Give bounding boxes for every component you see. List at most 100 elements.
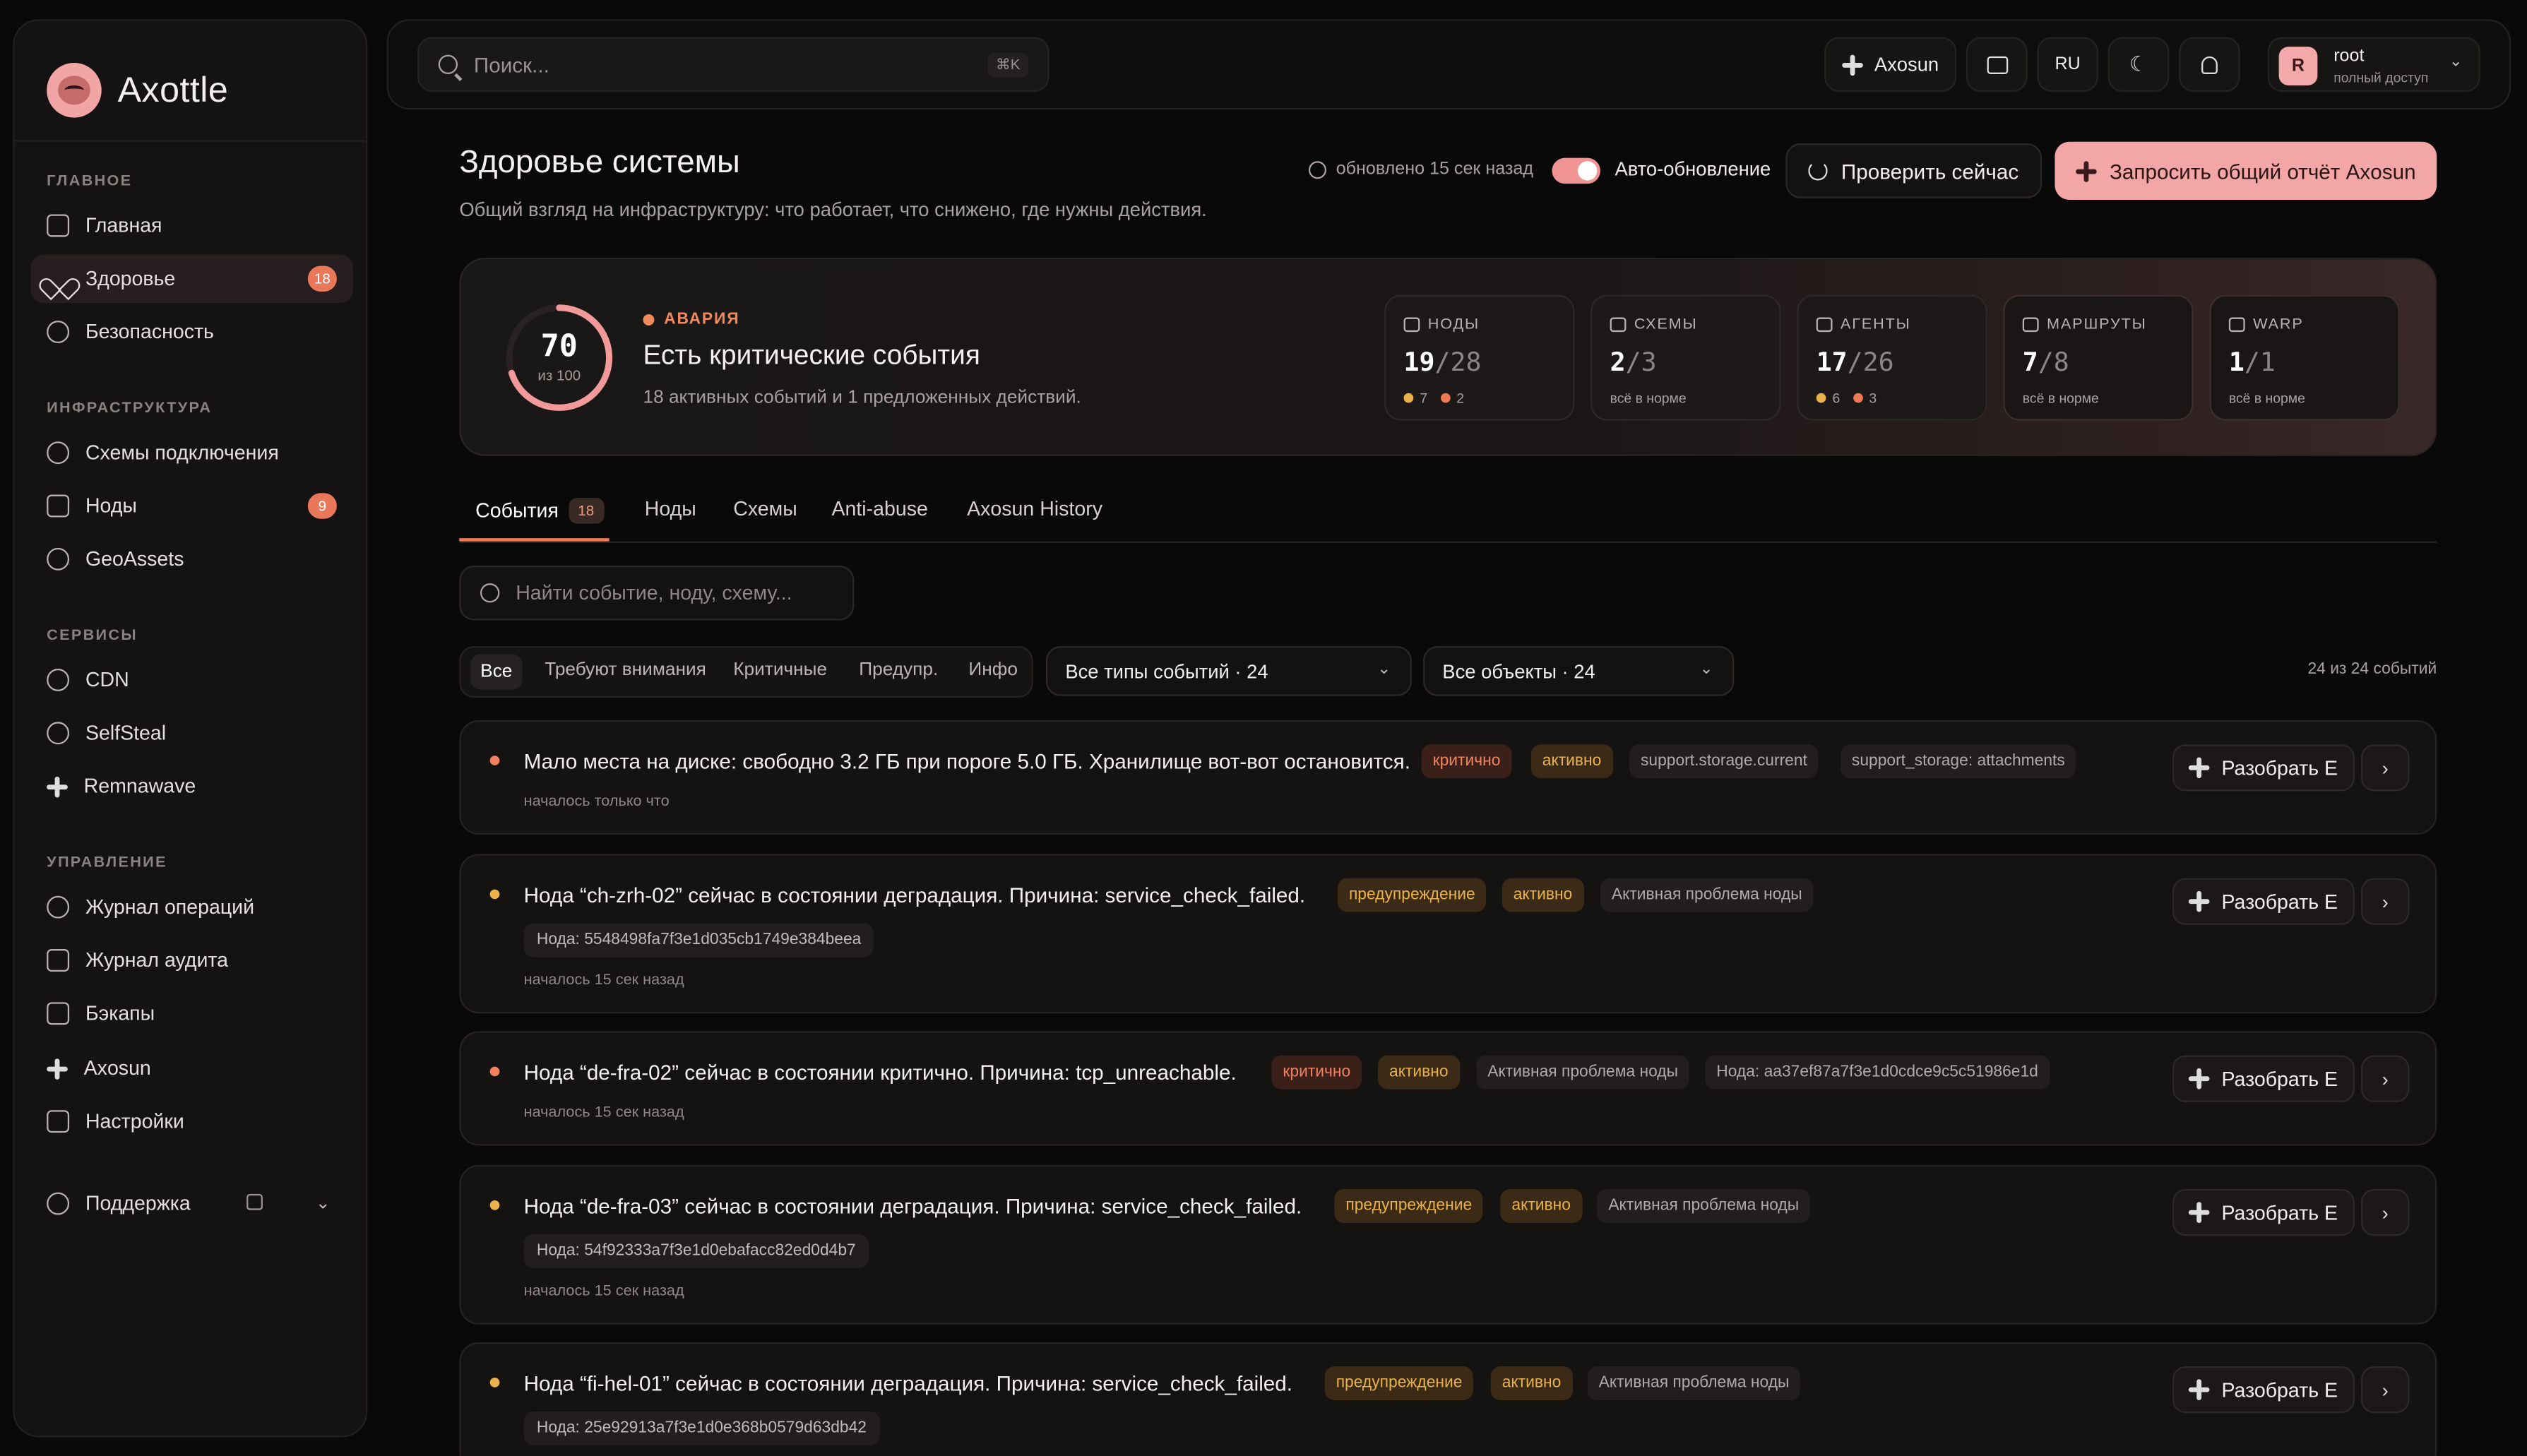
filter-critical[interactable]: Критичные	[733, 661, 827, 680]
sidebar-item-axosun[interactable]: Axosun	[30, 1044, 352, 1092]
sidebar-item-support[interactable]: Поддержка ⌄	[30, 1179, 352, 1227]
analyze-button[interactable]: Разобрать E	[2172, 1189, 2355, 1236]
search-input[interactable]	[473, 52, 958, 77]
event-type-select[interactable]: Все типы событий · 24 ⌄	[1045, 646, 1412, 696]
event-search-input[interactable]	[516, 581, 838, 604]
sidebar-item-operations-log[interactable]: Журнал операций	[30, 883, 352, 931]
sparkle-icon	[2189, 1379, 2211, 1400]
app-logo[interactable]: Axottle	[47, 62, 228, 118]
event-card[interactable]: Нода “de-fra-03” сейчас в состоянии дегр…	[459, 1164, 2437, 1325]
tab-events[interactable]: События 18	[475, 498, 604, 524]
health-tabs: События 18 Ноды Схемы Anti-abuse Axosun H…	[459, 484, 2437, 544]
filter-all[interactable]: Все	[470, 654, 523, 690]
object-value: Все объекты · 24	[1442, 660, 1595, 683]
sidebar-item-geoassets[interactable]: GeoAssets	[30, 535, 352, 583]
filter-info[interactable]: Инфо	[968, 661, 1018, 680]
stat-card-nodes[interactable]: НОДЫ 19/28 72	[1384, 294, 1575, 421]
stat-card-warp[interactable]: WARP 1/1 всё в норме	[2209, 294, 2400, 421]
sidebar-item-label: GeoAssets	[85, 547, 184, 571]
sidebar-item-schemes[interactable]: Схемы подключения	[30, 429, 352, 477]
events-count: 24 из 24 событий	[2307, 660, 2437, 679]
dashboard-icon	[47, 214, 70, 237]
event-tag: Активная проблема ноды	[1476, 1055, 1689, 1090]
event-card[interactable]: Нода “de-fra-02” сейчас в состоянии крит…	[459, 1031, 2437, 1146]
sidebar-item-nodes[interactable]: Ноды 9	[30, 482, 352, 530]
alarm-dot-icon	[643, 314, 655, 326]
filter-warning[interactable]: Предупр.	[859, 661, 938, 680]
globe-icon	[2228, 317, 2245, 333]
tab-axosun-history[interactable]: Axosun History	[967, 498, 1102, 520]
open-event-button[interactable]: ›	[2360, 1366, 2410, 1414]
moon-icon: ☾	[2129, 52, 2148, 76]
theme-toggle[interactable]: ☾	[2107, 37, 2170, 93]
event-tag: Активная проблема ноды	[1597, 1189, 1811, 1223]
analyze-label: Разобрать E	[2221, 1067, 2338, 1090]
sidebar-item-audit-log[interactable]: Журнал аудита	[30, 936, 352, 984]
open-event-button[interactable]: ›	[2360, 744, 2410, 792]
sidebar-item-home[interactable]: Главная	[30, 201, 352, 249]
auto-refresh-label: Авто-обновление	[1615, 157, 1771, 181]
health-summary-card: 70 из 100 АВАРИЯ Есть критические событи…	[459, 258, 2437, 456]
sidebar-item-health[interactable]: Здоровье 18	[30, 254, 353, 303]
chevron-down-icon: ⌄	[2449, 53, 2463, 71]
tab-anti-abuse[interactable]: Anti-abuse	[831, 498, 927, 520]
event-since: началось 15 сек назад	[523, 971, 684, 990]
sidebar-divider	[14, 140, 366, 142]
cloud-icon	[47, 668, 70, 691]
global-search[interactable]: ⌘K	[417, 37, 1050, 93]
open-event-button[interactable]: ›	[2360, 878, 2410, 925]
stat-label: WARP	[2253, 316, 2304, 334]
last-updated: обновлено 15 сек назад	[1308, 160, 1533, 179]
clock-icon	[1308, 160, 1327, 179]
analyze-button[interactable]: Разобрать E	[2172, 1366, 2355, 1414]
object-select[interactable]: Все объекты · 24 ⌄	[1422, 646, 1735, 696]
analyze-label: Разобрать E	[2221, 890, 2338, 913]
open-event-button[interactable]: ›	[2360, 1055, 2410, 1102]
state-badge: активно	[1500, 1189, 1582, 1223]
event-card[interactable]: Нода “ch-zrh-02” сейчас в состоянии дегр…	[459, 854, 2437, 1014]
auto-refresh-toggle[interactable]	[1552, 157, 1600, 184]
sidebar-item-remnawave[interactable]: Remnawave	[30, 762, 352, 810]
book-icon	[1986, 55, 2008, 73]
event-search[interactable]	[459, 565, 855, 621]
sidebar-item-backups[interactable]: Бэкапы	[30, 989, 352, 1037]
event-card[interactable]: Мало места на диске: свободно 3.2 ГБ при…	[459, 720, 2437, 835]
tab-nodes[interactable]: Ноды	[645, 498, 696, 520]
critical-dot-icon	[1853, 393, 1863, 403]
axosun-button-label: Axosun	[1874, 53, 1939, 76]
status-title: Есть критические события	[643, 340, 980, 371]
wifi-icon	[2022, 317, 2039, 333]
stat-card-routes[interactable]: МАРШРУТЫ 7/8 всё в норме	[2003, 294, 2194, 421]
check-now-button[interactable]: Проверить сейчас	[1785, 143, 2043, 198]
tab-schemes[interactable]: Схемы	[733, 498, 797, 520]
sidebar-item-label: Здоровье	[85, 267, 176, 290]
sidebar-item-cdn[interactable]: CDN	[30, 656, 352, 704]
shield-check-icon	[47, 722, 70, 745]
analyze-button[interactable]: Разобрать E	[2172, 878, 2355, 925]
sparkle-icon	[1842, 54, 1863, 76]
stat-card-schemes[interactable]: СХЕМЫ 2/3 всё в норме	[1590, 294, 1781, 421]
severity-badge: предупреждение	[1334, 1189, 1484, 1223]
language-button[interactable]: RU	[2037, 37, 2099, 93]
history-icon	[47, 895, 70, 919]
stat-card-agents[interactable]: АГЕНТЫ 17/26 63	[1797, 294, 1987, 421]
tab-label: События	[475, 499, 559, 523]
sidebar-item-selfsteal[interactable]: SelfSteal	[30, 709, 352, 757]
open-event-button[interactable]: ›	[2360, 1189, 2410, 1236]
warning-dot-icon	[489, 1378, 500, 1388]
sliders-icon	[47, 1110, 70, 1133]
docs-button[interactable]	[1966, 37, 2028, 93]
axosun-button[interactable]: Axosun	[1824, 37, 1957, 93]
request-report-button[interactable]: Запросить общий отчёт Axosun	[2055, 141, 2437, 200]
user-menu[interactable]: R root полный доступ ⌄	[2267, 37, 2480, 93]
notifications-button[interactable]	[2179, 37, 2240, 93]
state-badge: активно	[1530, 744, 1613, 779]
event-card[interactable]: Нода “fi-hel-01” сейчас в состоянии дегр…	[459, 1342, 2437, 1456]
severity-badge: критично	[1271, 1055, 1362, 1090]
stat-value: 17/26	[1816, 346, 1894, 377]
sidebar-item-settings[interactable]: Настройки	[30, 1097, 352, 1145]
analyze-button[interactable]: Разобрать E	[2172, 1055, 2355, 1102]
filter-attention[interactable]: Требуют внимания	[545, 661, 706, 680]
analyze-button[interactable]: Разобрать E	[2172, 744, 2355, 792]
sidebar-item-security[interactable]: Безопасность	[30, 308, 352, 356]
